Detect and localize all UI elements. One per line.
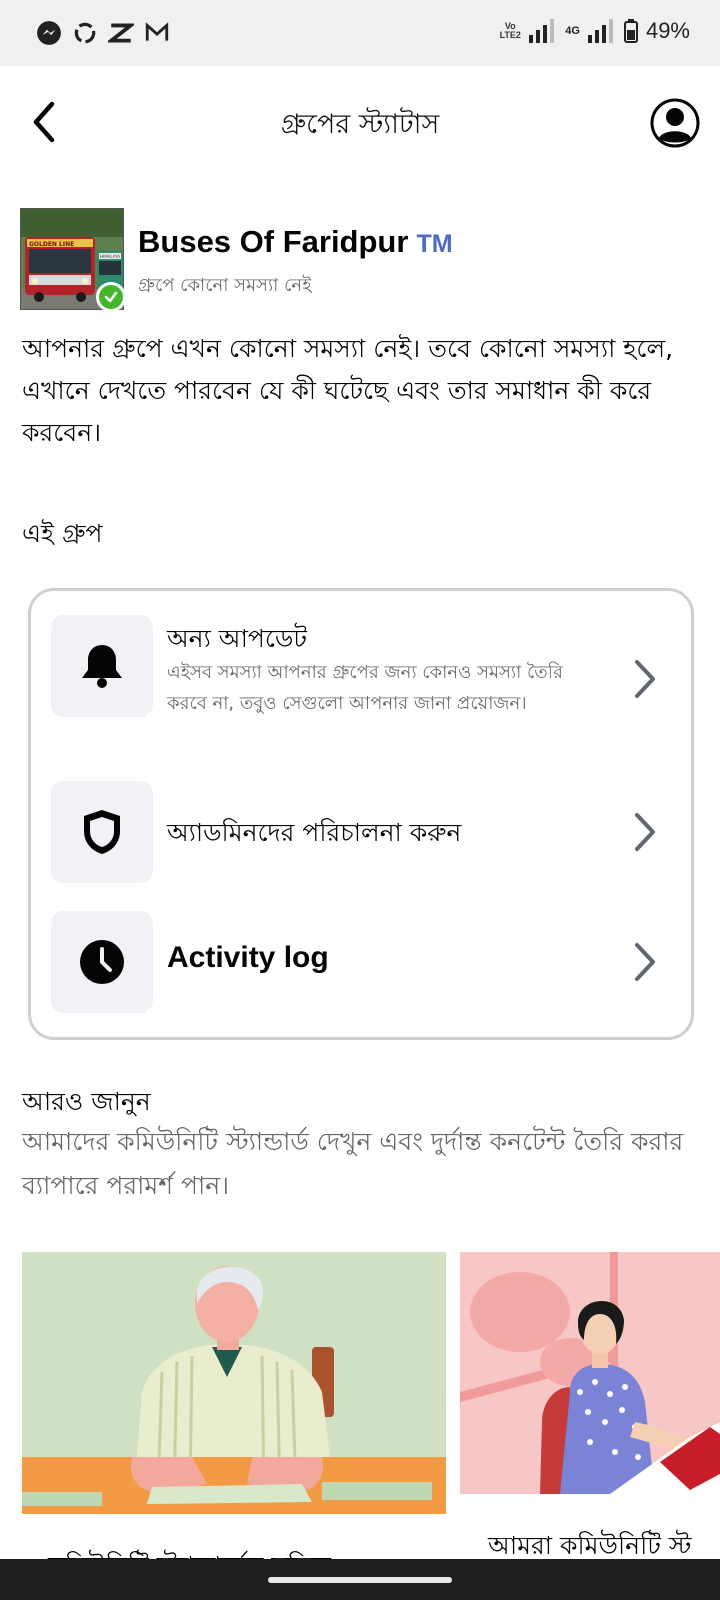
gmail-icon: [145, 22, 169, 41]
verified-check-icon: [96, 282, 126, 312]
bus-sign-text-2: HIMALAYA: [100, 254, 120, 259]
capcut-icon: [108, 23, 134, 43]
woman-at-laptop-illustration: [460, 1252, 720, 1494]
section-title: এই গ্রুপ: [22, 519, 103, 548]
shield-icon: [84, 810, 120, 854]
account-circle-icon[interactable]: [650, 98, 700, 148]
home-gesture-handle[interactable]: [268, 1577, 452, 1583]
intro-text: আপনার গ্রুপে এখন কোনো সমস্যা নেই। তবে কো…: [22, 334, 674, 447]
clock-icon: [80, 940, 124, 984]
list-item-manage-admins[interactable]: অ্যাডমিনদের পরিচালনা করুন: [51, 781, 671, 883]
system-icons: Vo LTE2 4G 49%: [499, 18, 690, 44]
messenger-icon: [37, 21, 61, 45]
icon-container: [51, 911, 153, 1013]
sync-icon: [74, 22, 96, 44]
volte-indicator: Vo LTE2: [499, 21, 521, 40]
signal-icon: [529, 19, 555, 43]
notification-icons: [36, 20, 170, 46]
learn-more-title: আরও জানুন: [22, 1087, 151, 1116]
chevron-right-icon: [635, 660, 655, 698]
chevron-right-icon: [635, 813, 655, 851]
group-name-text: Buses Of Faridpur: [138, 224, 409, 259]
list-item-other-updates[interactable]: অন্য আপডেট এইসব সমস্যা আপনার গ্রুপের জন্…: [51, 615, 671, 755]
item-title: অ্যাডমিনদের পরিচালনা করুন: [167, 818, 462, 847]
chevron-right-icon: [635, 943, 655, 981]
item-description: এইসব সমস্যা আপনার গ্রুপের জন্য কোনও সমস্…: [167, 662, 563, 714]
network-type: 4G: [565, 25, 580, 37]
group-status-text: গ্রুপে কোনো সমস্যা নেই: [138, 275, 312, 296]
battery-percent: 49%: [645, 18, 690, 43]
bell-icon: [82, 645, 122, 688]
article-card-community[interactable]: [460, 1252, 720, 1494]
icon-container: [51, 615, 153, 717]
item-title: অন্য আপডেট: [167, 624, 307, 653]
bus-sign-text: GOLDEN LINE: [29, 241, 74, 248]
group-status-card: অন্য আপডেট এইসব সমস্যা আপনার গ্রুপের জন্…: [28, 588, 694, 1040]
battery-icon: [623, 19, 638, 43]
status-bar: Vo LTE2 4G 49%: [0, 0, 720, 66]
group-name[interactable]: Buses Of Faridpur TM: [138, 224, 453, 260]
article-card-community-standards[interactable]: [22, 1252, 446, 1514]
signal-icon-2: [587, 19, 613, 43]
item-title: Activity log: [167, 941, 329, 974]
page-title: গ্রুপের স্ট্যাটাস: [280, 109, 440, 140]
list-item-activity-log[interactable]: Activity log: [51, 911, 671, 1013]
learn-more-description: আমাদের কমিউনিটি স্ট্যান্ডার্ড দেখুন এবং …: [22, 1127, 684, 1200]
icon-container: [51, 781, 153, 883]
group-badge: TM: [416, 230, 453, 258]
man-at-desk-illustration: [22, 1252, 446, 1514]
